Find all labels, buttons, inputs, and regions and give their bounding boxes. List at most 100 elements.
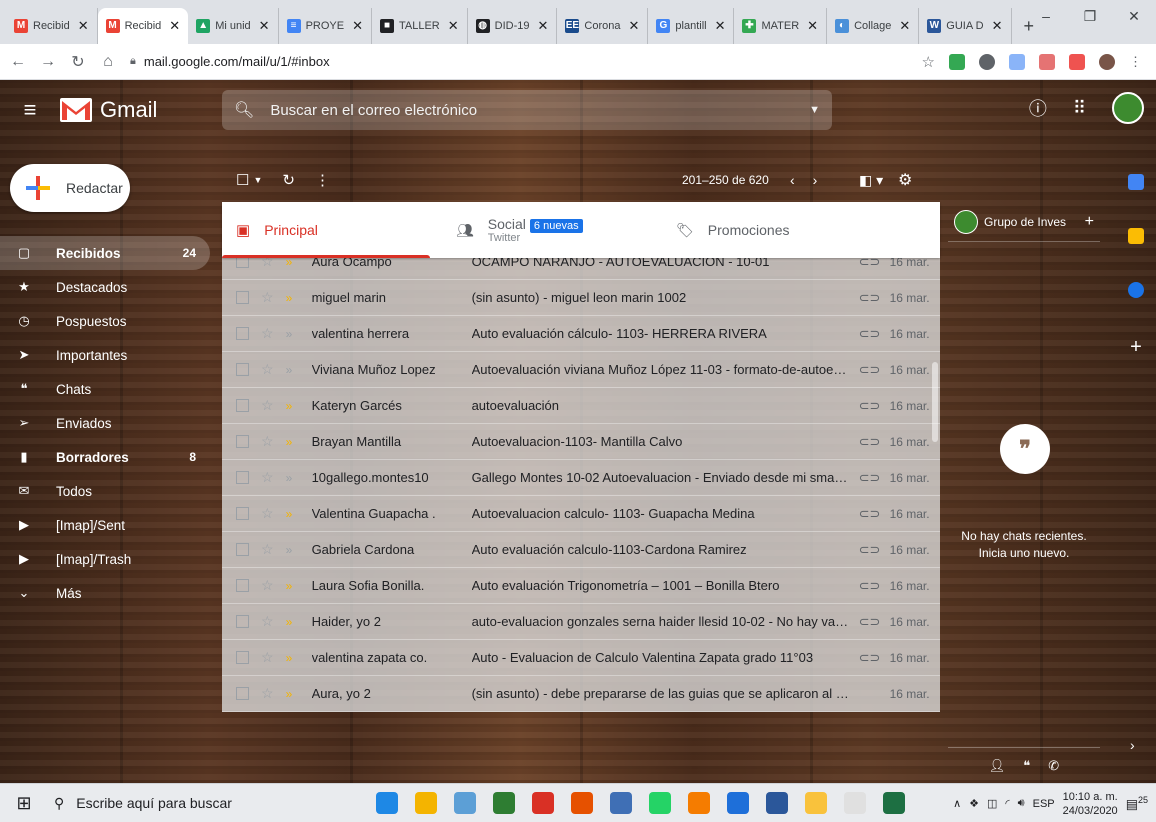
search-options-icon[interactable]: ▼ (809, 104, 820, 116)
row-checkbox[interactable] (236, 615, 249, 628)
taskbar-app-icon[interactable] (883, 792, 905, 814)
important-marker-icon[interactable]: » (286, 327, 298, 341)
browser-tab[interactable]: W GUIA D ✕ (919, 8, 1012, 44)
help-icon[interactable]: ⓘ (1029, 95, 1047, 121)
star-icon[interactable]: ☆ (261, 505, 274, 522)
tray-chevron-icon[interactable]: ∧ (953, 797, 961, 810)
close-tab-icon[interactable]: ✕ (899, 18, 910, 34)
more-options-icon[interactable]: ⋮ (315, 171, 330, 189)
extension-icon[interactable] (949, 53, 965, 70)
row-checkbox[interactable] (236, 687, 249, 700)
compose-button[interactable]: Redactar (10, 164, 130, 212)
extension-icon[interactable] (1039, 53, 1055, 70)
sidebar-item[interactable]: ▶ [Imap]/Sent (0, 508, 210, 542)
close-tab-icon[interactable]: ✕ (992, 18, 1003, 34)
close-tab-icon[interactable]: ✕ (259, 18, 270, 34)
row-checkbox[interactable] (236, 543, 249, 556)
hangouts-icon[interactable]: ❝ (1023, 758, 1030, 774)
important-marker-icon[interactable]: » (286, 291, 298, 305)
reload-icon[interactable]: ↻ (66, 52, 90, 72)
sidebar-item[interactable]: ▢ Recibidos 24 (0, 236, 210, 270)
restore-icon[interactable]: ❐ (1068, 0, 1112, 32)
language-indicator[interactable]: ESP (1033, 798, 1055, 810)
close-tab-icon[interactable]: ✕ (715, 18, 726, 34)
keep-icon[interactable] (1128, 228, 1144, 244)
browser-tab[interactable]: ✚ MATER ✕ (734, 8, 828, 44)
taskbar-app-icon[interactable] (415, 792, 437, 814)
sidebar-item[interactable]: ★ Destacados (0, 270, 210, 304)
important-marker-icon[interactable]: » (286, 399, 298, 413)
star-icon[interactable]: ☆ (261, 361, 274, 378)
close-tab-icon[interactable]: ✕ (352, 18, 363, 34)
browser-tab[interactable]: ◍ DID-19 ✕ (468, 8, 558, 44)
sidebar-item[interactable]: ➢ Enviados (0, 406, 210, 440)
sidebar-item[interactable]: ⌄ Más (0, 576, 210, 610)
network-icon[interactable]: ◫ (987, 797, 997, 810)
expand-rail-icon[interactable]: › (1130, 737, 1135, 753)
main-menu-icon[interactable]: ≡ (0, 97, 60, 123)
calendar-icon[interactable] (1128, 174, 1144, 190)
close-tab-icon[interactable]: ✕ (448, 18, 459, 34)
url-field[interactable]: 🔒︎ mail.google.com/mail/u/1/#inbox (130, 54, 922, 69)
add-chat-icon[interactable]: + (1085, 213, 1094, 231)
star-icon[interactable]: ☆ (261, 397, 274, 414)
person-icon[interactable]: 👤︎ (989, 758, 1006, 774)
split-pane-icon[interactable]: ◧ ▾ (859, 172, 883, 189)
search-icon[interactable]: 🔍︎ (234, 100, 254, 120)
wifi-icon[interactable]: ◜ (1005, 797, 1009, 810)
important-marker-icon[interactable]: » (286, 543, 298, 557)
taskbar-app-icon[interactable] (571, 792, 593, 814)
star-icon[interactable]: ☆ (261, 685, 274, 702)
row-checkbox[interactable] (236, 291, 249, 304)
taskbar-app-icon[interactable] (493, 792, 515, 814)
close-tab-icon[interactable]: ✕ (78, 18, 89, 34)
important-marker-icon[interactable]: » (286, 471, 298, 485)
gmail-logo[interactable]: Gmail (60, 97, 157, 123)
taskbar-search[interactable]: ⚲ Escribe aquí para buscar (48, 784, 308, 822)
close-window-icon[interactable]: ✕ (1112, 0, 1156, 32)
tab-social[interactable]: 👥︎ Social 6 nuevas Twitter (442, 202, 662, 258)
email-row[interactable]: ☆ » Brayan Mantilla Autoevaluacion-1103-… (222, 424, 940, 460)
star-icon[interactable]: ☆ (261, 433, 274, 450)
close-tab-icon[interactable]: ✕ (807, 18, 818, 34)
chat-group-name[interactable]: Grupo de Inves (984, 215, 1066, 229)
close-tab-icon[interactable]: ✕ (628, 18, 639, 34)
important-marker-icon[interactable]: » (286, 435, 298, 449)
back-icon[interactable]: ← (6, 53, 30, 71)
star-icon[interactable]: ☆ (261, 577, 274, 594)
browser-tab[interactable]: ▲ Mi unid ✕ (188, 8, 279, 44)
email-row[interactable]: ☆ » miguel marin (sin asunto) - miguel l… (222, 280, 940, 316)
windows-start-icon[interactable]: ⊞ (0, 793, 48, 814)
taskbar-app-icon[interactable] (688, 792, 710, 814)
taskbar-app-icon[interactable] (844, 792, 866, 814)
next-page-icon[interactable]: › (813, 172, 836, 188)
close-tab-icon[interactable]: ✕ (169, 18, 180, 34)
browser-tab[interactable]: ■ TALLER ✕ (372, 8, 468, 44)
email-row[interactable]: ☆ » 10gallego.montes10 Gallego Montes 10… (222, 460, 940, 496)
volume-icon[interactable]: 🔊︎ (1018, 797, 1025, 810)
taskbar-app-icon[interactable] (454, 792, 476, 814)
dropbox-icon[interactable]: ❖ (969, 797, 979, 810)
tab-promociones[interactable]: 🏷︎ Promociones (662, 202, 882, 258)
email-row[interactable]: ☆ » Laura Sofia Bonilla. Auto evaluación… (222, 568, 940, 604)
browser-tab[interactable]: ≡ PROYE ✕ (279, 8, 372, 44)
star-icon[interactable]: ☆ (261, 613, 274, 630)
sidebar-item[interactable]: ➤ Importantes (0, 338, 210, 372)
row-checkbox[interactable] (236, 327, 249, 340)
row-checkbox[interactable] (236, 579, 249, 592)
email-row[interactable]: ☆ » valentina zapata co. Auto - Evaluaci… (222, 640, 940, 676)
home-icon[interactable]: ⌂ (96, 53, 120, 71)
important-marker-icon[interactable]: » (286, 687, 298, 701)
notification-icon[interactable]: ▤25 (1126, 795, 1148, 812)
email-row[interactable]: ☆ » Viviana Muñoz Lopez Autoevaluación v… (222, 352, 940, 388)
bookmark-star-icon[interactable]: ☆ (922, 53, 935, 71)
star-icon[interactable]: ☆ (261, 325, 274, 342)
email-row[interactable]: ☆ » Kateryn Garcés autoevaluación ⊂⊃ 16 … (222, 388, 940, 424)
browser-menu-icon[interactable]: ⋮ (1129, 54, 1142, 70)
email-row[interactable]: ☆ » Gabriela Cardona Auto evaluación cal… (222, 532, 940, 568)
sidebar-item[interactable]: ▶ [Imap]/Trash (0, 542, 210, 576)
browser-tab[interactable]: M Recibid ✕ (97, 8, 189, 44)
scrollbar[interactable] (932, 362, 938, 442)
taskbar-app-icon[interactable] (376, 792, 398, 814)
sidebar-item[interactable]: ❝ Chats (0, 372, 210, 406)
